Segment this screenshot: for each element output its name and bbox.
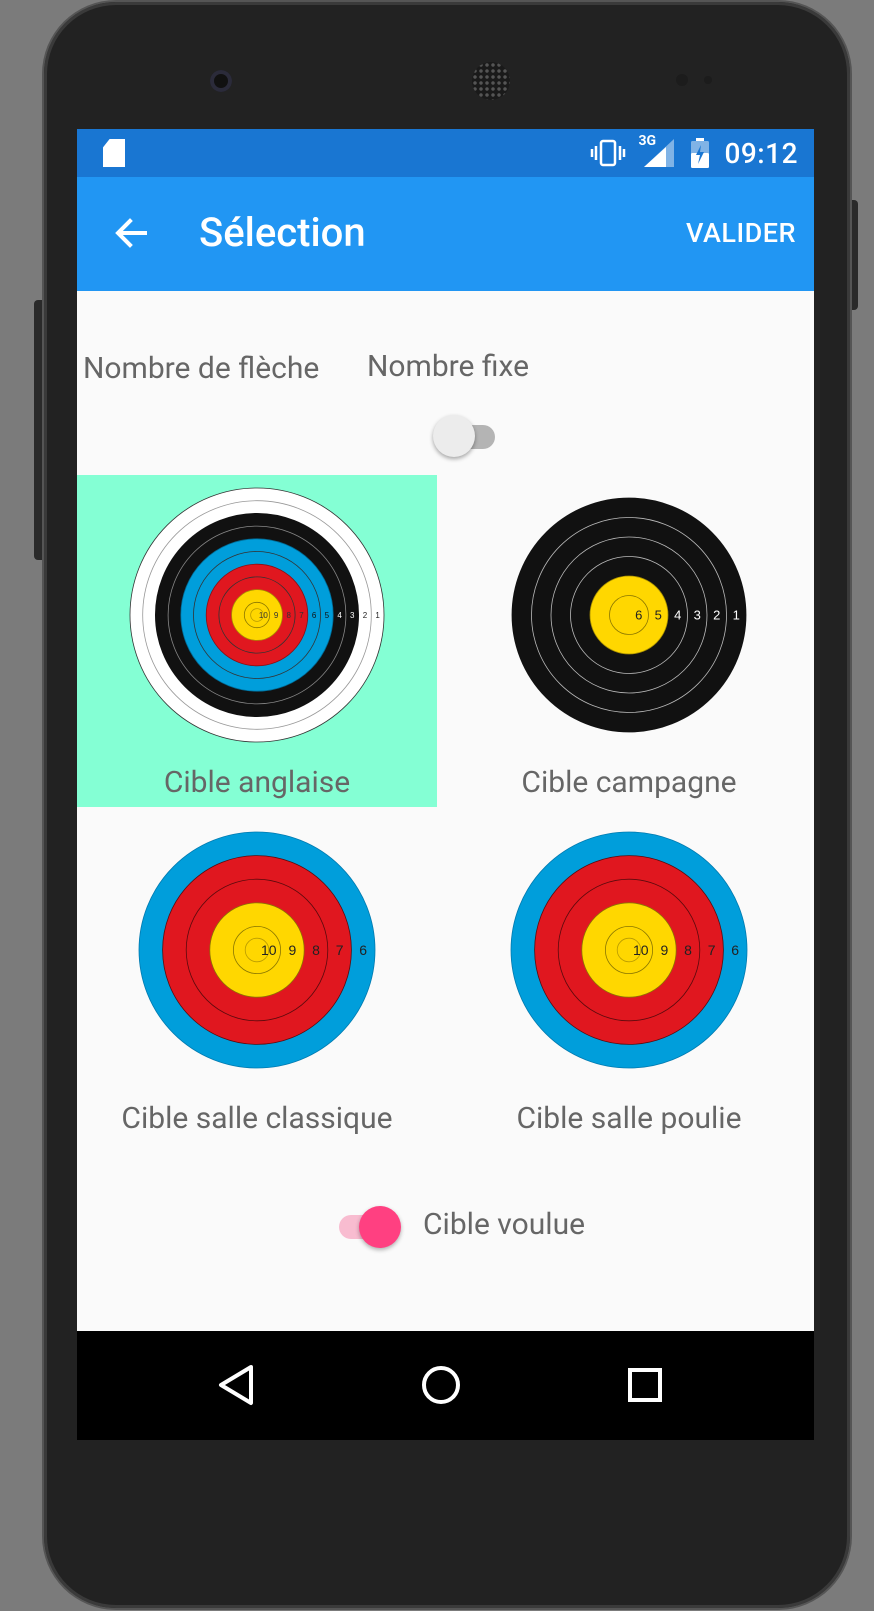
target-ring-label: 7 [336,942,344,958]
wanted-target-switch[interactable] [333,1204,405,1250]
screen: 3G 09:12 Sélection VALIDER Nombre de flè… [77,129,814,1440]
target-ring-label: 9 [289,942,297,958]
nav-recents-icon[interactable] [615,1355,675,1415]
clock: 09:12 [724,136,798,170]
navigation-bar [77,1331,814,1440]
target-salle-poulie-image: 10 9 8 7 6 [510,831,748,1069]
target-caption: Cible salle classique [121,1101,393,1136]
target-ring [609,595,649,635]
wanted-target-label: Cible voulue [423,1207,586,1242]
network-type: 3G [638,133,657,149]
light-sensor [704,76,712,84]
signal-icon: 3G [638,133,676,169]
front-camera [210,70,232,92]
target-ring-label: 10 [633,942,649,958]
target-ring-label: 5 [325,611,330,620]
switch-thumb [359,1206,401,1248]
fixed-number-label: Nombre fixe [367,349,530,384]
target-ring-label: 10 [261,942,277,958]
target-ring-label: 1 [733,608,740,623]
page-title: Sélection [199,209,366,256]
validate-button[interactable]: VALIDER [686,217,796,249]
target-ring-label: 5 [655,608,662,623]
fixed-number-switch[interactable] [433,413,505,459]
target-ring-label: 10 [259,611,268,620]
target-ring-label: 4 [337,611,342,620]
target-ring-label: 1 [375,611,380,620]
arrow-count-label: Nombre de flèche [83,351,320,386]
switch-thumb [433,415,475,457]
back-arrow-icon[interactable] [111,213,151,253]
target-ring-label: 2 [363,611,368,620]
target-ring-label: 4 [674,608,681,623]
target-ring-label: 9 [661,942,669,958]
target-salle-classique-image: 10 9 8 7 6 [138,831,376,1069]
target-ring-label: 3 [694,608,701,623]
target-caption: Cible salle poulie [516,1101,742,1136]
target-option-campagne[interactable]: 654321 Cible campagne [449,475,809,807]
target-ring-label: 7 [299,611,304,620]
phone-power-button [850,200,858,310]
target-campagne-image: 654321 [511,497,747,733]
target-ring-label: 7 [708,942,716,958]
target-ring-label: 8 [684,942,692,958]
target-ring-label: 6 [312,611,317,620]
sd-card-icon [103,139,125,167]
target-ring-label: 6 [359,942,367,958]
target-ring-label: 2 [713,608,720,623]
vibrate-icon [591,139,626,167]
target-caption: Cible campagne [521,765,737,800]
target-ring-label: 6 [635,608,642,623]
target-ring-label: 3 [350,611,355,620]
nav-back-icon[interactable] [207,1355,267,1415]
target-ring-label: 9 [274,611,279,620]
target-ring-label: 8 [287,611,292,620]
target-anglaise-image: 10 9 8 7 6 5 4 3 2 1 [129,487,385,743]
target-option-salle-classique[interactable]: 10 9 8 7 6 Cible salle classique [77,819,437,1151]
battery-icon [691,138,710,168]
proximity-sensor [676,74,688,86]
target-ring-label: 8 [312,942,320,958]
earpiece-speaker [472,62,510,100]
target-option-anglaise[interactable]: 10 9 8 7 6 5 4 3 2 1 Cible anglaise [77,475,437,807]
target-option-salle-poulie[interactable]: 10 9 8 7 6 Cible salle poulie [449,819,809,1151]
phone-side-button [34,300,44,560]
app-bar: Sélection VALIDER [77,177,814,291]
target-caption: Cible anglaise [163,765,351,800]
target-ring-label: 6 [731,942,739,958]
status-bar: 3G 09:12 [77,129,814,177]
nav-home-icon[interactable] [411,1355,471,1415]
